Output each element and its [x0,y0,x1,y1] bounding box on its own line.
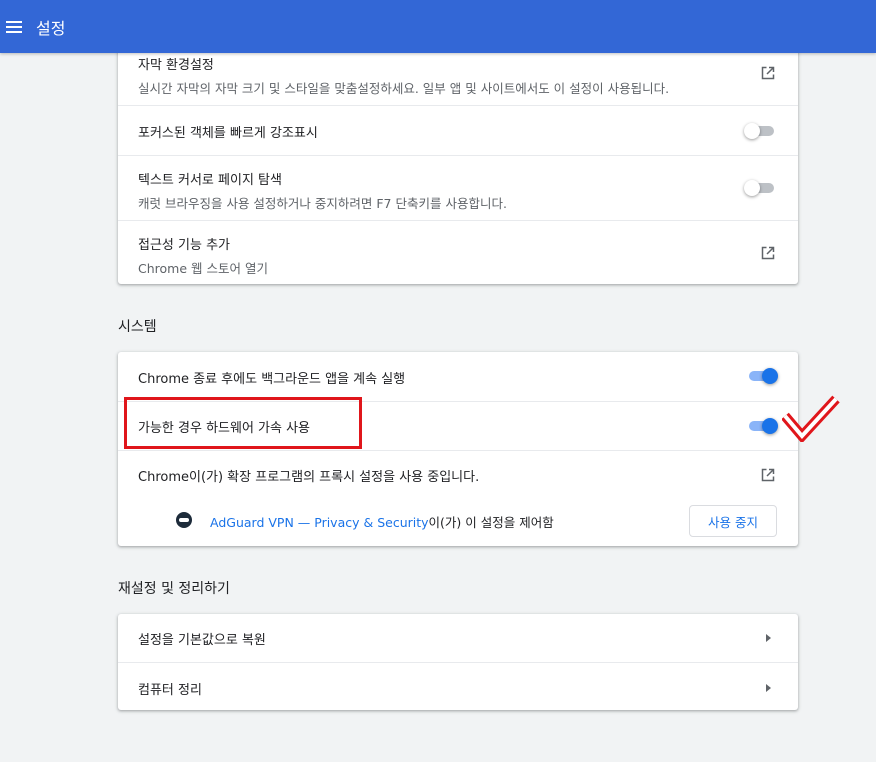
chevron-right-icon[interactable] [766,684,771,692]
adguard-extension-link[interactable]: AdGuard VPN — Privacy & Security [210,515,429,530]
focus-highlight-label: 포커스된 객체를 빠르게 강조표시 [138,126,318,141]
restore-defaults-row[interactable]: 설정을 기본값으로 복원 [118,614,798,662]
accessibility-card: 자막 환경설정 실시간 자막의 자막 크기 및 스타일을 맞춤설정하세요. 일부… [118,20,798,284]
adguard-icon [176,512,192,528]
focus-highlight-toggle[interactable] [744,123,774,139]
add-features-description: Chrome 웹 스토어 열기 [138,261,268,276]
caret-browsing-row[interactable]: 텍스트 커서로 페이지 탐색 캐럿 브라우징을 사용 설정하거나 중지하려면 F… [118,155,798,220]
chevron-right-icon[interactable] [766,634,771,642]
system-section-title: 시스템 [118,319,157,335]
hamburger-menu-icon[interactable] [6,20,22,33]
background-apps-label: Chrome 종료 후에도 백그라운드 앱을 계속 실행 [138,372,406,387]
focus-highlight-row[interactable]: 포커스된 객체를 빠르게 강조표시 [118,105,798,155]
settings-toolbar: 설정 [0,0,876,53]
cleanup-computer-row[interactable]: 컴퓨터 정리 [118,662,798,710]
disable-extension-button[interactable]: 사용 중지 [689,505,777,537]
captions-description: 실시간 자막의 자막 크기 및 스타일을 맞춤설정하세요. 일부 앱 및 사이트… [138,81,670,96]
caret-browsing-toggle[interactable] [744,180,774,196]
open-in-new-icon[interactable] [760,245,776,261]
annotation-checkmark-icon [782,395,840,442]
caret-browsing-label: 텍스트 커서로 페이지 탐색 [138,173,282,188]
reset-section-title: 재설정 및 정리하기 [118,581,230,597]
extension-control-suffix: 이(가) 이 설정을 제어함 [428,515,554,530]
caret-browsing-description: 캐럿 브라우징을 사용 설정하거나 중지하려면 F7 단축키를 사용합니다. [138,196,507,211]
add-accessibility-features-row[interactable]: 접근성 기능 추가 Chrome 웹 스토어 열기 [118,220,798,284]
add-features-label: 접근성 기능 추가 [138,238,230,253]
open-in-new-icon[interactable] [760,467,776,483]
annotation-highlight-box [124,397,362,449]
open-in-new-icon[interactable] [760,65,776,81]
background-apps-toggle[interactable] [747,368,778,384]
reset-card: 설정을 기본값으로 복원 컴퓨터 정리 [118,614,798,710]
proxy-settings-label: Chrome이(가) 확장 프로그램의 프록시 설정을 사용 중입니다. [138,470,480,485]
proxy-settings-row[interactable]: Chrome이(가) 확장 프로그램의 프록시 설정을 사용 중입니다. [118,450,798,498]
system-card: Chrome 종료 후에도 백그라운드 앱을 계속 실행 가능한 경우 하드웨어… [118,352,798,546]
cleanup-computer-label: 컴퓨터 정리 [138,683,202,698]
page-title: 설정 [36,18,66,38]
hardware-acceleration-toggle[interactable] [747,418,778,434]
background-apps-row[interactable]: Chrome 종료 후에도 백그라운드 앱을 계속 실행 [118,352,798,401]
captions-label: 자막 환경설정 [138,58,214,73]
extension-control-text: AdGuard VPN — Privacy & Security이(가) 이 설… [210,512,554,531]
restore-defaults-label: 설정을 기본값으로 복원 [138,633,266,648]
extension-control-row: AdGuard VPN — Privacy & Security이(가) 이 설… [118,498,798,546]
